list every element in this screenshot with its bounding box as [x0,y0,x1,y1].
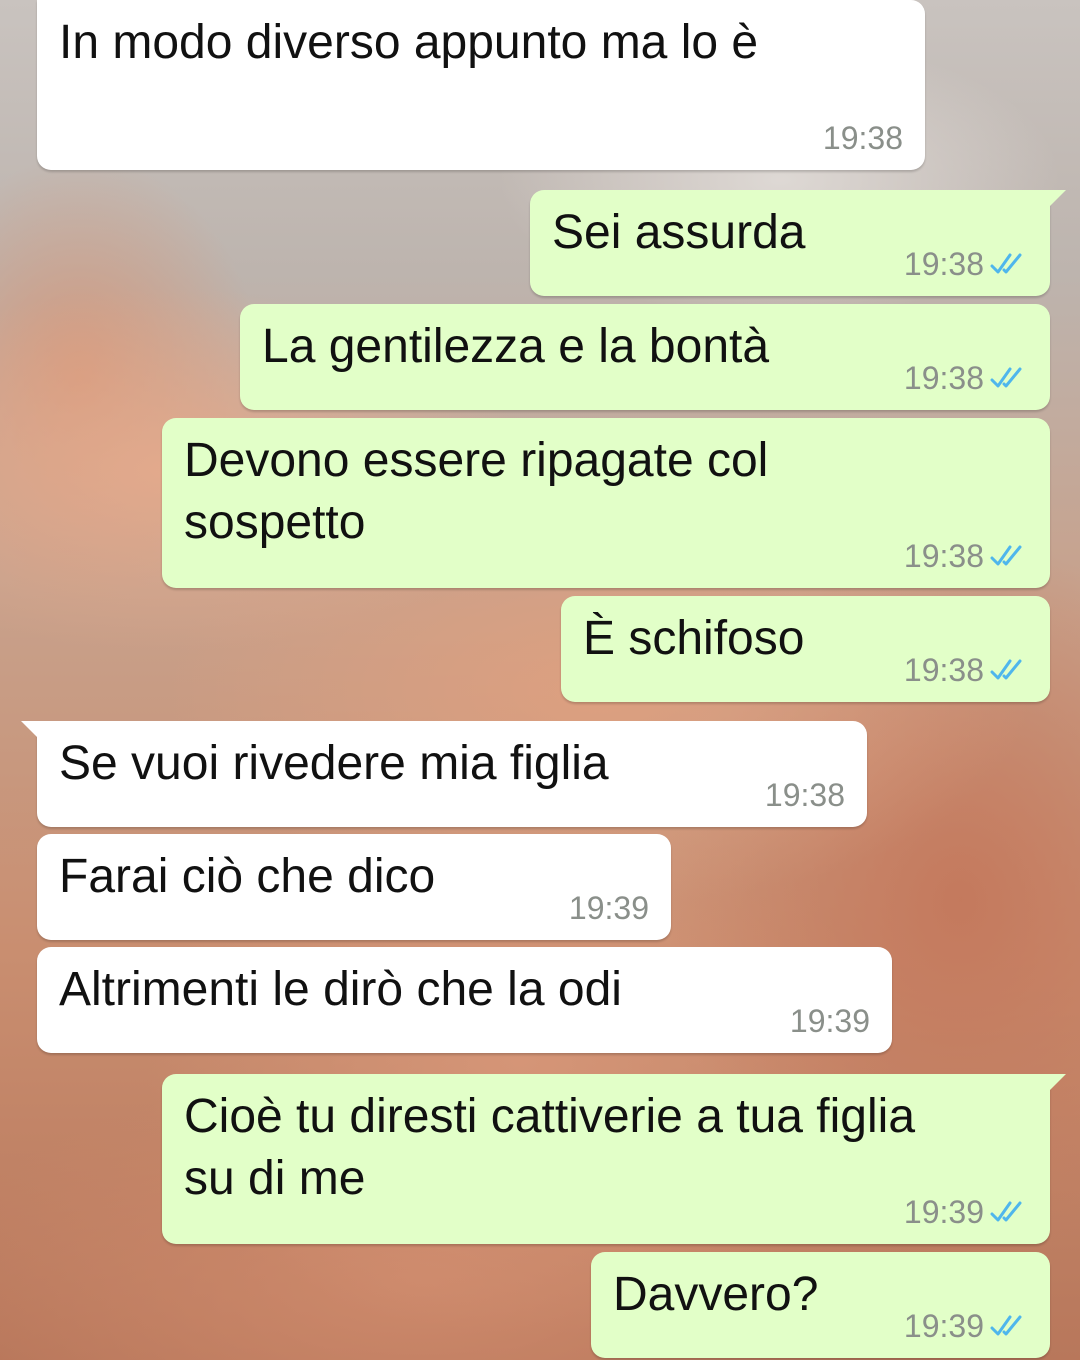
message-bubble-incoming[interactable]: Altrimenti le dirò che la odi 19:39 [37,947,892,1053]
message-bubble-outgoing[interactable]: Devono essere ripagate col sospetto 19:3… [162,418,1050,588]
message-meta: 19:38 [904,360,1028,396]
message-time: 19:38 [822,120,903,156]
message-bubble-incoming[interactable]: Farai ciò che dico 19:39 [37,834,671,940]
double-check-icon [990,659,1022,680]
double-check-icon [990,253,1022,274]
message-meta: 19:38 [823,120,903,156]
message-text: Farai ciò che dico [59,850,436,903]
message-time: 19:39 [903,1194,984,1230]
message-time: 19:38 [903,360,984,396]
message-time: 19:38 [903,538,984,574]
message-text: Cioè tu diresti cattiverie a tua figlia … [184,1090,916,1205]
message-time: 19:38 [903,652,984,688]
message-time: 19:39 [903,1308,984,1344]
message-bubble-outgoing[interactable]: La gentilezza e la bontà 19:38 [240,304,1050,410]
double-check-icon [990,367,1022,388]
message-bubble-incoming[interactable]: In modo diverso appunto ma lo è 19:38 [37,0,925,170]
message-text: In modo diverso appunto ma lo è [59,16,759,69]
message-time: 19:39 [568,890,649,926]
message-bubble-outgoing[interactable]: Cioè tu diresti cattiverie a tua figlia … [162,1074,1066,1244]
message-bubble-outgoing[interactable]: Davvero? 19:39 [591,1252,1050,1358]
message-bubble-incoming[interactable]: Se vuoi rivedere mia figlia 19:38 [21,721,867,827]
message-text: Altrimenti le dirò che la odi [59,963,622,1016]
message-time: 19:38 [764,777,845,813]
message-bubble-outgoing[interactable]: È schifoso 19:38 [561,596,1050,702]
message-text: Devono essere ripagate col sospetto [184,434,769,549]
message-time: 19:38 [903,246,984,282]
double-check-icon [990,1315,1022,1336]
message-meta: 19:39 [569,890,649,926]
message-meta: 19:38 [765,777,845,813]
double-check-icon [990,545,1022,566]
message-meta: 19:39 [904,1308,1028,1344]
message-meta: 19:39 [904,1194,1028,1230]
message-time: 19:39 [789,1003,870,1039]
message-meta: 19:38 [904,538,1028,574]
message-meta: 19:39 [790,1003,870,1039]
message-meta: 19:38 [904,246,1028,282]
message-bubble-outgoing[interactable]: Sei assurda 19:38 [530,190,1066,296]
message-meta: 19:38 [904,652,1028,688]
double-check-icon [990,1201,1022,1222]
message-text: Se vuoi rivedere mia figlia [59,737,609,790]
